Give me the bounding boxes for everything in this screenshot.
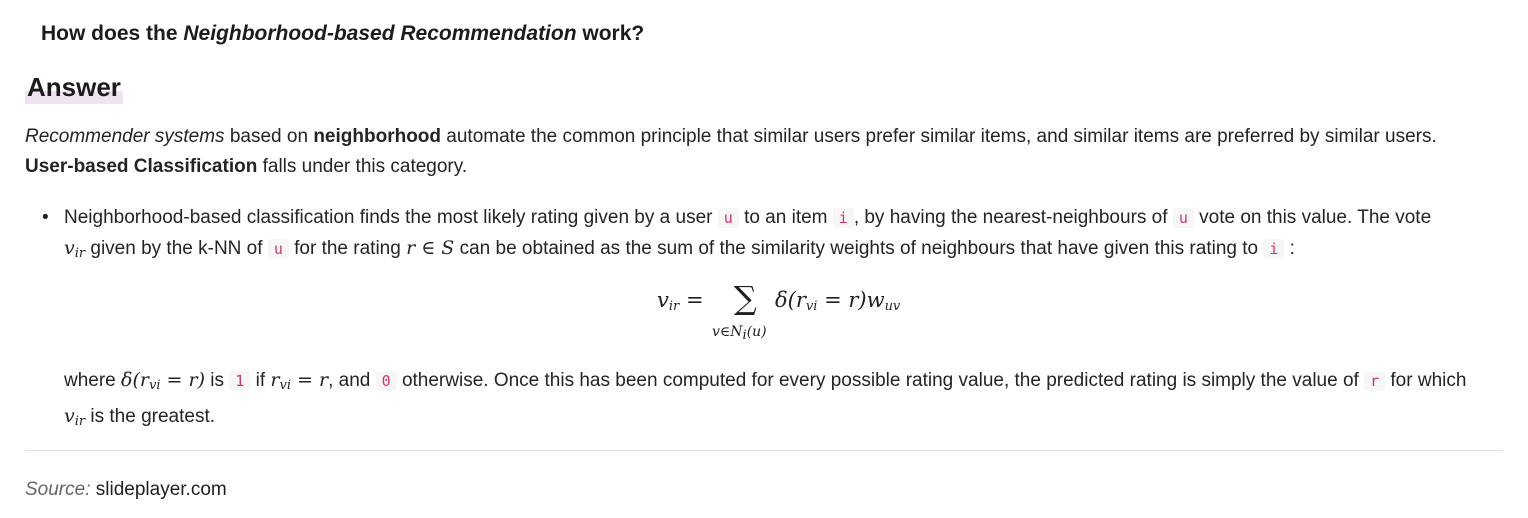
bullet-marker: • (42, 207, 49, 228)
question-prefix: How does the (41, 22, 178, 45)
where-text: is (210, 370, 225, 391)
math-v-ir: vir (64, 405, 86, 429)
equation-lhs: vir = (657, 288, 704, 314)
bullet-text: , by having the nearest-neighbours of (853, 207, 1168, 228)
math-r-vi: rvi = r (270, 369, 329, 393)
math-symbol: = r) (166, 369, 205, 391)
bullet-text: can be obtained as the sum of the simila… (459, 238, 1259, 259)
bullet-text: given by the k-NN of (90, 238, 263, 259)
math-subscript: vi (805, 299, 818, 314)
where-text: for which (1390, 370, 1467, 391)
source-line: Source: slideplayer.com (25, 476, 227, 504)
math-v-ir: vir (64, 237, 86, 261)
math-subscript: ir (668, 299, 680, 314)
math-symbol: v (657, 288, 669, 312)
equation-rhs: δ(rvi = r)wuv (775, 288, 900, 314)
where-text: if (255, 370, 266, 391)
bullet-text: Neighborhood-based classification finds … (64, 207, 713, 228)
math-symbol: δ(r (775, 288, 806, 312)
math-delta: δ(rvi = r) (121, 369, 205, 393)
math-symbol: = r (297, 369, 329, 391)
where-paragraph: where δ(rvi = r) is 1 if rvi = r, and 0 … (64, 365, 1504, 437)
question-emphasis: Neighborhood-based Recommendation (183, 22, 577, 45)
where-text: , and (328, 370, 371, 391)
math-subscript: ir (74, 414, 86, 429)
intro-recommender-systems: Recommender systems (25, 126, 225, 147)
bullet-text: vote on this value. The vote (1199, 207, 1432, 228)
inline-code-0: 0 (375, 371, 397, 391)
inline-code-u: u (1172, 208, 1194, 228)
math-symbol: v∈N (712, 324, 743, 340)
answer-heading: Answer (25, 70, 123, 104)
math-symbol: = r)w (824, 288, 885, 312)
inline-code-1: 1 (229, 371, 251, 391)
where-text: is the greatest. (90, 406, 216, 427)
inline-code-u: u (717, 208, 739, 228)
summation-index: v∈Ni(u) (712, 324, 767, 343)
intro-paragraph: Recommender systems based on neighborhoo… (25, 122, 1505, 182)
where-text: otherwise. Once this has been computed f… (401, 370, 1359, 391)
math-symbol: (u) (746, 324, 767, 340)
display-equation: vir = ∑ v∈Ni(u) δ(rvi = r)wuv (0, 280, 1528, 350)
math-subscript: uv (884, 299, 901, 314)
intro-text: automate the common principle that simil… (446, 126, 1437, 147)
math-symbol: v (64, 237, 75, 259)
math-r-in-s: r ∈ S (406, 237, 455, 259)
summation-symbol: ∑ (734, 279, 757, 317)
intro-neighborhood: neighborhood (313, 126, 442, 147)
intro-text: based on (229, 126, 309, 147)
inline-code-u: u (267, 239, 289, 259)
intro-text: falls under this category. (262, 156, 468, 177)
question-suffix: work? (582, 22, 645, 45)
source-link[interactable]: slideplayer.com (96, 479, 227, 500)
question-title: How does the Neighborhood-based Recommen… (41, 20, 644, 48)
math-symbol: v (64, 405, 75, 427)
inline-code-r: r (1364, 371, 1386, 391)
intro-user-based-classification: User-based Classification (25, 156, 258, 177)
divider (25, 450, 1503, 451)
inline-code-i: i (1263, 239, 1285, 259)
bullet-item: Neighborhood-based classification finds … (64, 203, 1504, 269)
math-equals: = (685, 288, 704, 312)
bullet-text: for the rating (294, 238, 401, 259)
inline-code-i: i (832, 208, 854, 228)
bullet-text: to an item (744, 207, 828, 228)
math-subscript: ir (74, 246, 86, 261)
math-subscript: vi (279, 378, 291, 393)
where-text: where (64, 370, 116, 391)
bullet-text: : (1289, 238, 1295, 259)
source-label: Source: (25, 479, 91, 500)
math-symbol: δ(r (121, 369, 149, 391)
math-subscript: vi (148, 378, 161, 393)
